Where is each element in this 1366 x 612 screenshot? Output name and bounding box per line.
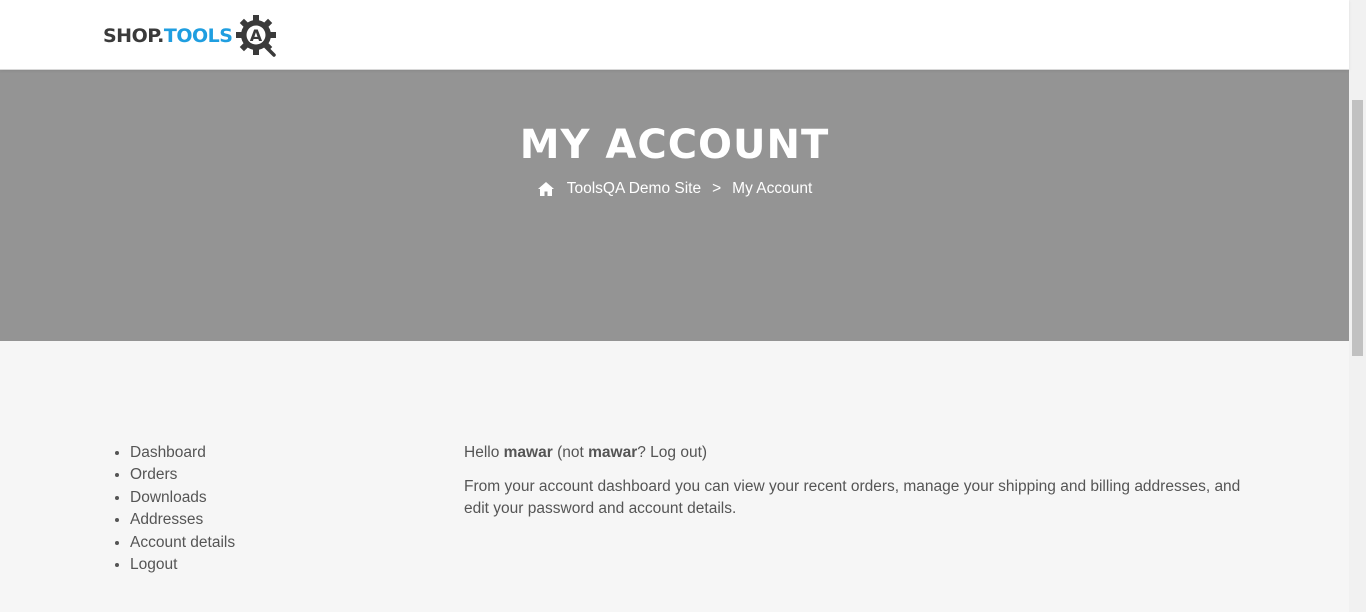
account-nav-link-dashboard[interactable]: Dashboard xyxy=(130,444,206,461)
svg-text:A: A xyxy=(250,26,263,45)
greeting-not: (not xyxy=(557,444,584,461)
dashboard-description: From your account dashboard you can view… xyxy=(464,477,1241,518)
gear-logo-icon: A xyxy=(236,15,277,57)
account-nav-link-account-details[interactable]: Account details xyxy=(130,534,235,551)
account-nav-item-dashboard: Dashboard xyxy=(130,442,235,464)
logout-link[interactable]: Log out xyxy=(650,444,702,461)
logo-text-shop: SHOP. xyxy=(103,25,164,47)
account-nav-item-orders: Orders xyxy=(130,464,235,486)
greeting-question: ? xyxy=(637,444,646,461)
account-nav-link-downloads[interactable]: Downloads xyxy=(130,489,207,506)
greeting-username: mawar xyxy=(503,444,553,461)
account-nav-item-addresses: Addresses xyxy=(130,509,235,531)
breadcrumb-separator: > xyxy=(712,180,722,197)
account-nav-link-logout[interactable]: Logout xyxy=(130,556,177,573)
site-logo[interactable]: SHOP. TOOLS A xyxy=(103,14,280,58)
account-content: Dashboard Orders Downloads Addresses Acc… xyxy=(0,341,1349,612)
breadcrumb-current: My Account xyxy=(732,180,813,197)
account-nav-item-logout: Logout xyxy=(130,554,235,576)
scrollbar-thumb[interactable] xyxy=(1352,100,1363,356)
greeting: Hello mawar (not mawar? Log out) xyxy=(464,442,1254,464)
vertical-scrollbar[interactable] xyxy=(1349,0,1366,612)
greeting-hello: Hello xyxy=(464,444,500,461)
page-title: MY ACCOUNT xyxy=(519,122,830,168)
breadcrumb-home-link[interactable]: ToolsQA Demo Site xyxy=(567,180,701,198)
greeting-username-again: mawar xyxy=(588,444,638,461)
account-navigation: Dashboard Orders Downloads Addresses Acc… xyxy=(130,442,235,576)
account-nav-link-addresses[interactable]: Addresses xyxy=(130,511,203,528)
page-banner: MY ACCOUNT ToolsQA Demo Site > My Accoun… xyxy=(0,70,1349,341)
account-nav-item-downloads: Downloads xyxy=(130,487,235,509)
site-header: SHOP. TOOLS A xyxy=(0,0,1349,70)
home-icon[interactable] xyxy=(537,181,555,197)
dashboard-panel: Hello mawar (not mawar? Log out) From yo… xyxy=(464,442,1254,521)
page: SHOP. TOOLS A MY ACCOUNT ToolsQA Demo Si… xyxy=(0,0,1349,612)
account-nav-item-account-details: Account details xyxy=(130,532,235,554)
breadcrumb: ToolsQA Demo Site > My Account xyxy=(0,180,1349,198)
logo-text-tools: TOOLS xyxy=(163,25,233,47)
account-nav-link-orders[interactable]: Orders xyxy=(130,466,177,483)
greeting-close: ) xyxy=(701,444,708,461)
